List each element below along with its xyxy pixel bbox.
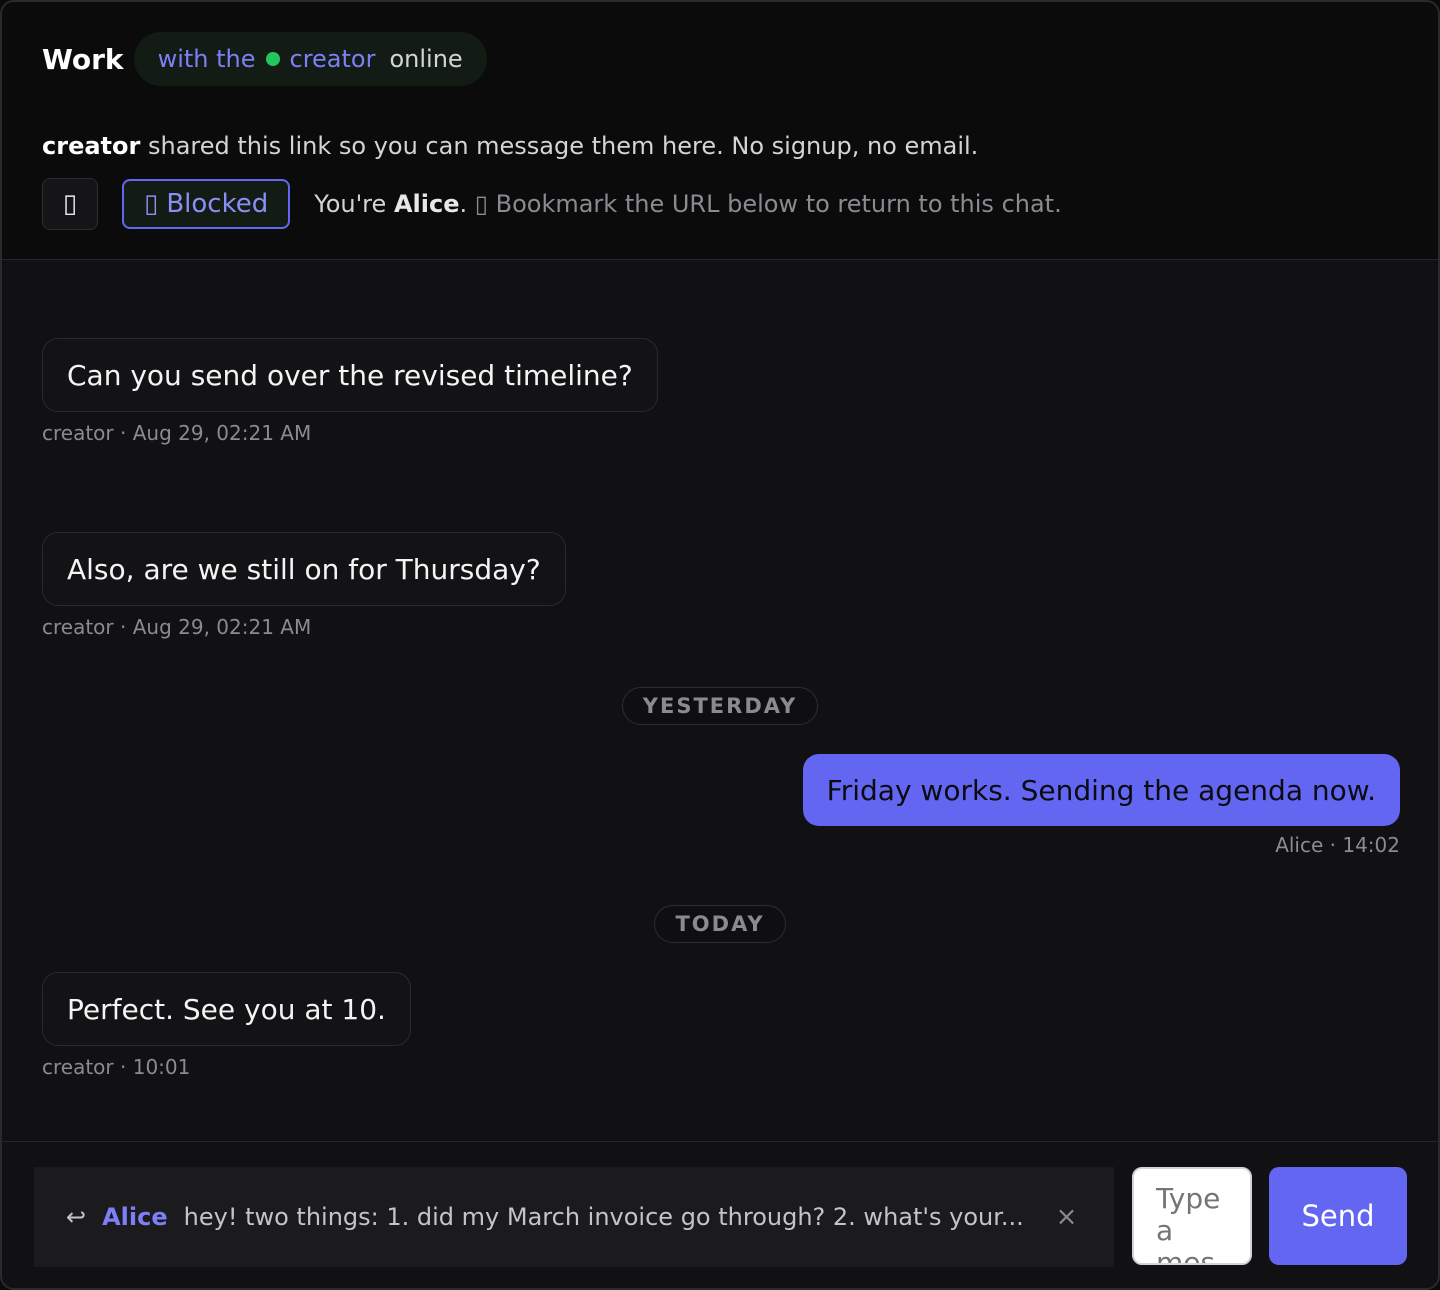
day-separator-today: TODAY bbox=[654, 905, 786, 943]
block-icon: ▯ bbox=[144, 189, 159, 219]
message-meta: creator · Aug 29, 02:21 AM bbox=[42, 421, 312, 445]
presence-prefix: with the bbox=[157, 45, 256, 73]
online-dot-icon bbox=[265, 52, 280, 66]
presence-pill: with the creator online bbox=[133, 32, 487, 86]
share-text: shared this link so you can message them… bbox=[147, 132, 979, 160]
room-title: Work bbox=[42, 42, 124, 76]
blocked-label: Blocked bbox=[166, 189, 269, 219]
message-meta: creator · 10:01 bbox=[42, 1055, 191, 1079]
title-row: Work with the creator online bbox=[42, 32, 487, 86]
close-icon[interactable]: × bbox=[1056, 1202, 1078, 1232]
share-notice: creator shared this link so you can mess… bbox=[42, 132, 978, 160]
message-bubble[interactable]: Also, are we still on for Thursday? bbox=[42, 532, 566, 606]
controls-row: ▯ ▯ Blocked You're Alice. ▯ Bookmark the… bbox=[42, 178, 1062, 230]
message-bubble[interactable]: Perfect. See you at 10. bbox=[42, 972, 411, 1046]
reply-preview: ↩ Alice hey! two things: 1. did my March… bbox=[34, 1167, 1114, 1267]
message-meta: creator · Aug 29, 02:21 AM bbox=[42, 615, 312, 639]
reply-arrow-icon: ↩ bbox=[66, 1203, 87, 1231]
message-bubble[interactable]: Can you send over the revised timeline? bbox=[42, 338, 658, 412]
send-button[interactable]: Send bbox=[1269, 1167, 1407, 1265]
message-list[interactable]: Can you send over the revised timeline? … bbox=[2, 261, 1438, 1141]
day-separator-yesterday: YESTERDAY bbox=[622, 687, 818, 725]
blocked-button[interactable]: ▯ Blocked bbox=[122, 179, 291, 229]
presence-status: online bbox=[389, 45, 463, 73]
message-input[interactable] bbox=[1132, 1167, 1252, 1265]
reply-text: hey! two things: 1. did my March invoice… bbox=[183, 1203, 1024, 1231]
identity-notice: You're Alice. ▯ Bookmark the URL below t… bbox=[314, 190, 1062, 218]
identity-prefix: You're bbox=[314, 190, 387, 218]
message-meta: Alice · 14:02 bbox=[1275, 833, 1400, 857]
share-name: creator bbox=[42, 132, 141, 160]
identity-suffix: . bbox=[459, 190, 468, 218]
identity-hint: Bookmark the URL below to return to this… bbox=[495, 190, 1062, 218]
reply-author: Alice bbox=[102, 1203, 168, 1231]
chat-icon: ▯ bbox=[62, 189, 78, 219]
chat-window: Work with the creator online creator sha… bbox=[0, 0, 1440, 1290]
chat-icon-button[interactable]: ▯ bbox=[42, 178, 98, 230]
message-bubble-mine[interactable]: Friday works. Sending the agenda now. bbox=[802, 754, 1400, 826]
bookmark-icon: ▯ bbox=[474, 190, 488, 218]
presence-name: creator bbox=[289, 45, 376, 73]
composer: ↩ Alice hey! two things: 1. did my March… bbox=[2, 1141, 1438, 1288]
identity-name: Alice bbox=[393, 190, 460, 218]
chat-header: Work with the creator online creator sha… bbox=[2, 2, 1438, 260]
